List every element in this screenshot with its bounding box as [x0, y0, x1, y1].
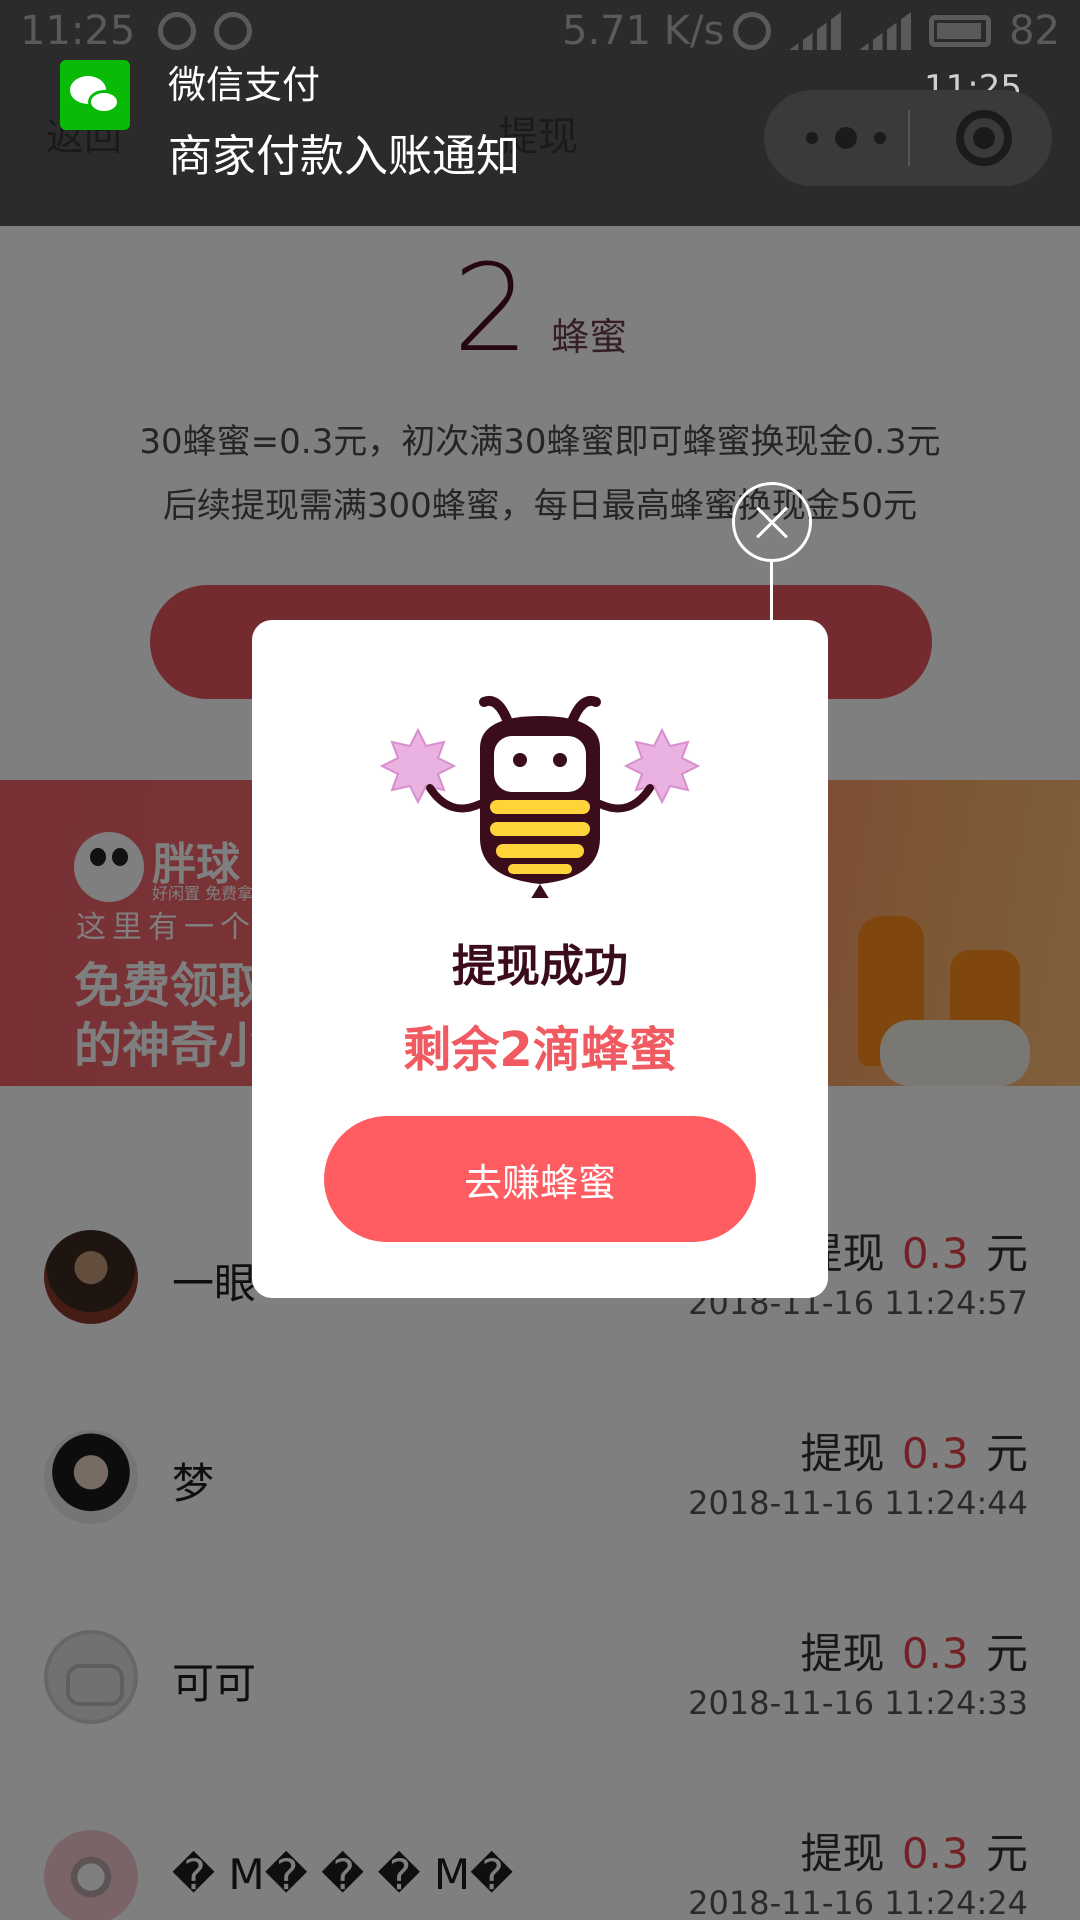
- modal-title: 提现成功: [452, 941, 628, 992]
- notification-message[interactable]: 商家付款入账通知: [168, 120, 520, 184]
- status-time: 11:25: [20, 8, 136, 54]
- battery-icon: [929, 15, 992, 47]
- more-icon[interactable]: [806, 126, 886, 150]
- modal-subtitle: 剩余2滴蜂蜜: [403, 1022, 677, 1078]
- signal-4g-icon: [859, 12, 912, 50]
- alarm-icon: [733, 12, 772, 50]
- status-icons: [158, 12, 252, 50]
- status-bar: 11:25 5.71 K/s 82: [0, 0, 1080, 66]
- bee-mascot-icon: [380, 696, 700, 898]
- notification-app-name: 微信支付: [168, 63, 321, 107]
- close-icon[interactable]: [732, 482, 812, 562]
- globe-icon: [158, 12, 196, 50]
- wechat-icon: [60, 60, 130, 130]
- network-speed: 5.71 K/s: [562, 8, 725, 54]
- capsule-menu: [764, 90, 1052, 186]
- status-right: 82: [733, 8, 1060, 54]
- signal-icon: [789, 12, 842, 50]
- sync-icon: [214, 12, 252, 50]
- close-connector: [770, 562, 773, 620]
- battery-level: 82: [1009, 8, 1060, 54]
- earn-honey-button[interactable]: 去赚蜂蜜: [324, 1116, 756, 1242]
- close-miniprogram-icon[interactable]: [956, 110, 1012, 166]
